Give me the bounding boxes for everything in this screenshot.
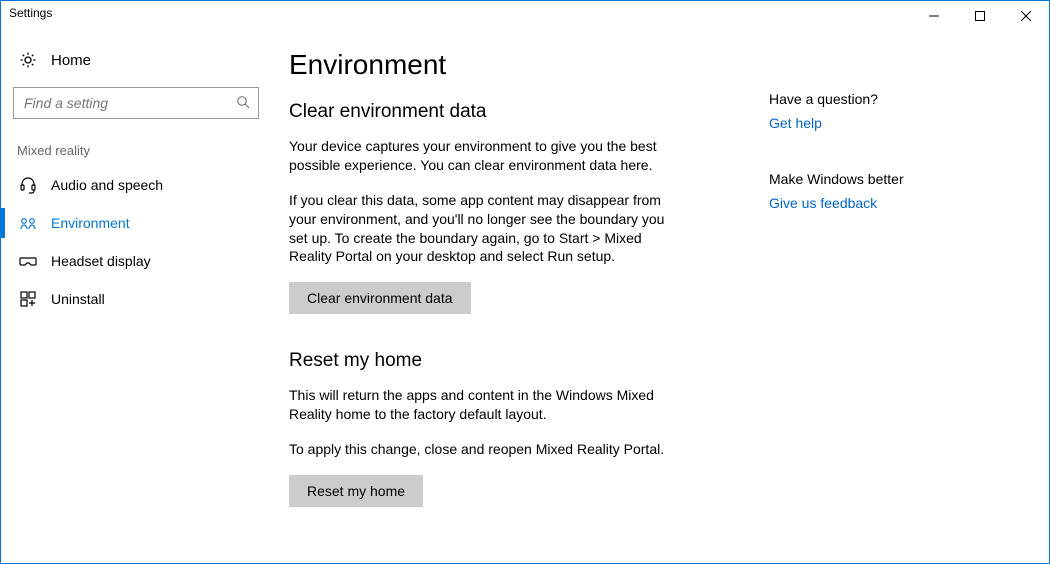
headset-icon bbox=[19, 176, 37, 194]
sidebar-item-label: Headset display bbox=[51, 253, 151, 269]
sidebar-item-uninstall[interactable]: Uninstall bbox=[1, 280, 271, 318]
rail-question-heading: Have a question? bbox=[769, 91, 969, 107]
home-button[interactable]: Home bbox=[1, 41, 271, 79]
clear-environment-data-button[interactable]: Clear environment data bbox=[289, 282, 471, 314]
vr-headset-icon bbox=[19, 252, 37, 270]
get-help-link[interactable]: Get help bbox=[769, 115, 969, 131]
body-text: Your device captures your environment to… bbox=[289, 137, 669, 175]
main-content: Environment Clear environment data Your … bbox=[289, 49, 769, 543]
sidebar-item-label: Uninstall bbox=[51, 291, 105, 307]
environment-icon bbox=[19, 214, 37, 232]
reset-my-home-button[interactable]: Reset my home bbox=[289, 475, 423, 507]
rail-better-heading: Make Windows better bbox=[769, 171, 969, 187]
content-area: Home Mixed reality Audio and speech bbox=[1, 31, 1049, 563]
page-title: Environment bbox=[289, 49, 769, 81]
sidebar-item-headset-display[interactable]: Headset display bbox=[1, 242, 271, 280]
give-feedback-link[interactable]: Give us feedback bbox=[769, 195, 969, 211]
section-heading-clear-env: Clear environment data bbox=[289, 101, 769, 123]
section-label: Mixed reality bbox=[1, 131, 271, 166]
main-panel: Environment Clear environment data Your … bbox=[271, 31, 1049, 563]
sidebar-item-environment[interactable]: Environment bbox=[1, 204, 271, 242]
sidebar: Home Mixed reality Audio and speech bbox=[1, 31, 271, 563]
body-text: If you clear this data, some app content… bbox=[289, 191, 669, 267]
home-label: Home bbox=[51, 52, 91, 69]
gear-icon bbox=[19, 51, 37, 69]
search-input[interactable] bbox=[24, 95, 236, 111]
search-box[interactable] bbox=[13, 87, 259, 119]
section-heading-reset-home: Reset my home bbox=[289, 350, 769, 372]
maximize-button[interactable] bbox=[957, 1, 1003, 31]
close-icon bbox=[1021, 11, 1031, 21]
right-rail: Have a question? Get help Make Windows b… bbox=[769, 49, 969, 543]
window-controls bbox=[911, 1, 1049, 31]
minimize-button[interactable] bbox=[911, 1, 957, 31]
settings-window: Settings Home bbox=[0, 0, 1050, 564]
window-title: Settings bbox=[9, 1, 52, 20]
search-icon bbox=[236, 95, 250, 112]
body-text: To apply this change, close and reopen M… bbox=[289, 440, 669, 459]
minimize-icon bbox=[929, 11, 939, 21]
uninstall-icon bbox=[19, 290, 37, 308]
title-bar: Settings bbox=[1, 1, 1049, 31]
sidebar-item-audio-speech[interactable]: Audio and speech bbox=[1, 166, 271, 204]
sidebar-item-label: Environment bbox=[51, 215, 130, 231]
body-text: This will return the apps and content in… bbox=[289, 386, 669, 424]
close-button[interactable] bbox=[1003, 1, 1049, 31]
maximize-icon bbox=[975, 11, 985, 21]
sidebar-item-label: Audio and speech bbox=[51, 177, 163, 193]
